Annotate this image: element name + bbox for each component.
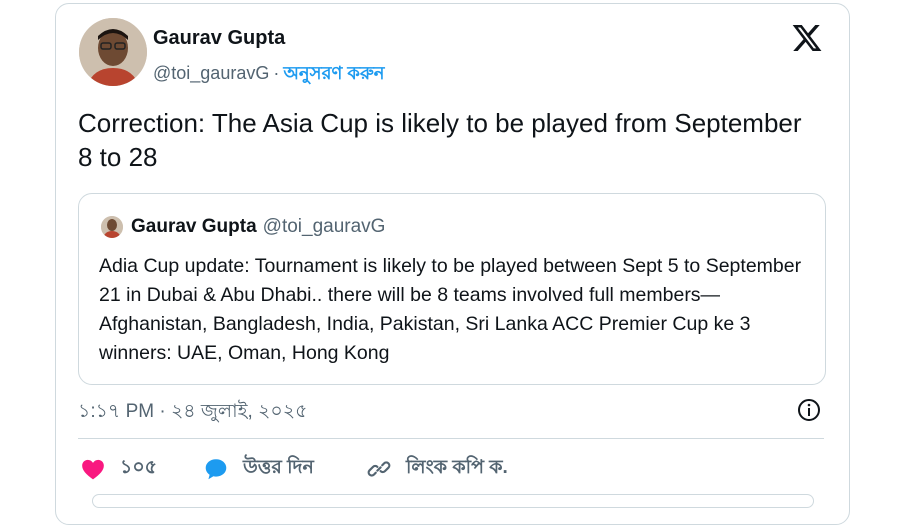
follow-button[interactable]: অনুসরণ করুন [283,63,384,83]
reply-button[interactable]: উত্তর দিন [203,455,314,483]
info-icon[interactable] [797,398,821,422]
author-avatar[interactable] [79,18,147,86]
tweet-timestamp[interactable]: ১:১৭ PM · ২৪ জুলাই, ২০২৫ [78,397,307,429]
copy-link-label: লিংক কপি ক. [406,457,508,478]
handle-separator: · [273,63,280,83]
actions-divider [78,438,824,439]
reply-bubble-icon [205,459,227,480]
avatar-image [79,18,147,86]
reply-label: উত্তর দিন [243,457,314,478]
quoted-avatar[interactable] [101,216,123,238]
heart-icon [82,459,104,480]
author-name[interactable]: Gaurav Gupta [153,27,285,50]
author-handle[interactable]: @toi_gauravG [153,63,269,83]
quoted-text: Adia Cup update: Tournament is likely to… [99,255,802,364]
x-logo-icon[interactable] [790,22,824,54]
copy-link-button[interactable]: লিংক কপি ক. [366,455,508,483]
link-icon [367,461,391,477]
quoted-tweet[interactable]: Gaurav Gupta @toi_gauravG Adia Cup update… [78,193,826,385]
tweet-text: Correction: The Asia Cup is likely to be… [78,108,802,172]
quoted-author-handle[interactable]: @toi_gauravG [263,216,386,237]
quoted-author-name[interactable]: Gaurav Gupta [131,216,257,237]
quoted-header: Gaurav Gupta @toi_gauravG [131,216,385,238]
handle-line: @toi_gauravG · অনুসরণ করুন [153,59,385,90]
quoted-avatar-image [101,216,123,238]
like-button[interactable]: ১০৫ [80,455,157,483]
like-count: ১০৫ [120,457,158,478]
read-replies-button-edge[interactable] [92,494,814,508]
